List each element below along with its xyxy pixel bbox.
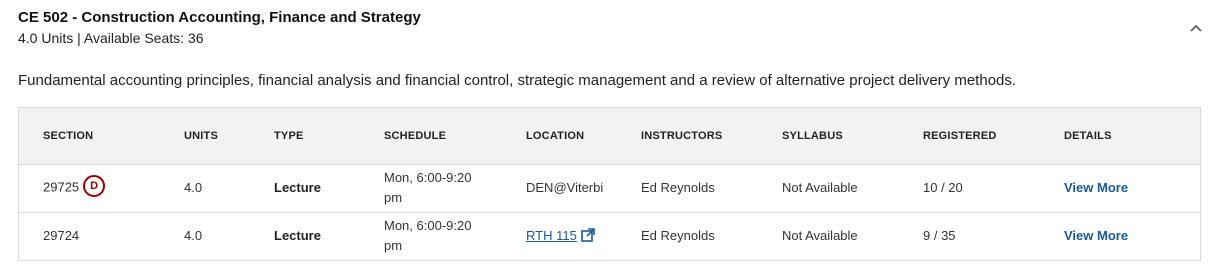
header-units: UNITS	[184, 129, 218, 142]
schedule-line1: Mon, 6:00-9:20	[384, 218, 472, 234]
type-cell: Lecture	[274, 228, 321, 244]
schedule-cell: Mon, 6:00-9:20 pm	[360, 212, 502, 260]
header-type: TYPE	[274, 129, 304, 142]
syllabus-cell: Not Available	[782, 180, 858, 195]
course-meta: 4.0 Units | Available Seats: 36	[18, 30, 204, 46]
details-cell: View More	[1040, 164, 1200, 212]
location-cell: DEN@Viterbi	[526, 180, 604, 195]
registered-cell: 9 / 35	[923, 228, 956, 244]
section-number: 29725	[43, 179, 80, 195]
instructors-cell: Ed Reynolds	[641, 228, 715, 244]
table-row: 29725 D 4.0 Lecture Mon, 6:00-9:20 pm DEN…	[19, 164, 1200, 212]
view-more-link[interactable]: View More	[1064, 180, 1128, 195]
schedule-line2: pm	[384, 190, 403, 205]
course-header: CE 502 - Construction Accounting, Financ…	[18, 8, 1218, 48]
section-number: 29724	[43, 228, 80, 244]
schedule-line1: Mon, 6:00-9:20	[384, 170, 472, 185]
sections-table: SECTION UNITS TYPE SCHEDULE LOCATION INS…	[18, 107, 1201, 261]
instructors-cell: Ed Reynolds	[641, 180, 715, 195]
section-cell: 29725 D	[19, 164, 160, 212]
schedule-cell: Mon, 6:00-9:20 pm	[360, 164, 502, 212]
header-syllabus: SYLLABUS	[782, 129, 843, 142]
table-header-row: SECTION UNITS TYPE SCHEDULE LOCATION INS…	[19, 108, 1200, 164]
units-cell: 4.0	[184, 180, 203, 195]
location-cell: RTH 115	[502, 212, 617, 260]
units-cell: 4.0	[184, 228, 203, 244]
header-instructors: INSTRUCTORS	[641, 129, 723, 142]
header-schedule: SCHEDULE	[384, 129, 447, 142]
header-section: SECTION	[43, 129, 94, 142]
location-link[interactable]: RTH 115	[526, 228, 577, 243]
schedule-line2: pm	[384, 238, 403, 254]
header-details: DETAILS	[1064, 129, 1112, 142]
registered-cell: 10 / 20	[923, 180, 963, 195]
course-title: CE 502 - Construction Accounting, Financ…	[18, 9, 421, 26]
header-location: LOCATION	[526, 129, 585, 142]
chevron-up-icon[interactable]	[1188, 20, 1204, 36]
header-registered: REGISTERED	[923, 129, 997, 142]
table-row: 29724 4.0 Lecture Mon, 6:00-9:20 pm RTH …	[19, 212, 1200, 260]
view-more-link[interactable]: View More	[1064, 228, 1128, 243]
d-clearance-badge[interactable]: D	[83, 175, 106, 197]
details-cell: View More	[1040, 212, 1200, 260]
external-link-icon[interactable]	[581, 228, 595, 243]
type-cell: Lecture	[274, 180, 321, 195]
section-cell: 29724	[19, 212, 160, 260]
syllabus-cell: Not Available	[782, 228, 858, 244]
course-description: Fundamental accounting principles, finan…	[18, 72, 1017, 89]
